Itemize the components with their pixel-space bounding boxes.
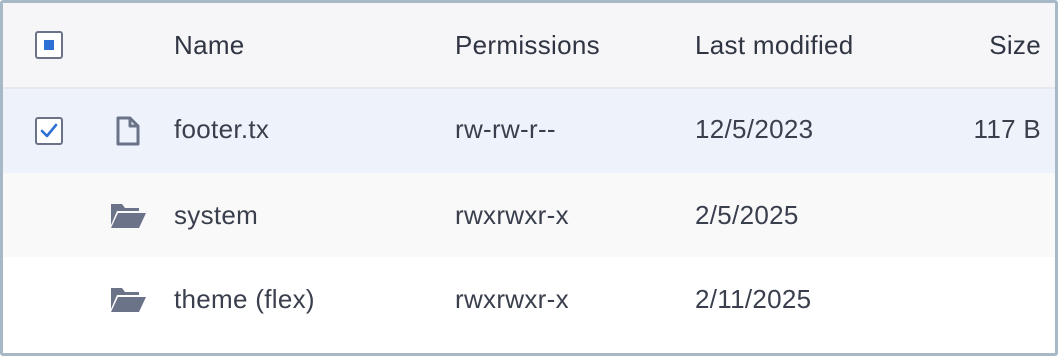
row-checkbox[interactable]: [35, 117, 63, 145]
table-row[interactable]: footer.tx rw-rw-r-- 12/5/2023 117 B: [3, 89, 1055, 173]
checkmark-icon: [40, 123, 58, 138]
column-header-permissions[interactable]: Permissions: [455, 3, 600, 87]
folder-open-icon: [105, 173, 151, 257]
table-header: Name Permissions Last modified Size: [3, 3, 1055, 89]
folder-permissions: rwxrwxr-x: [455, 283, 569, 314]
file-name[interactable]: footer.tx: [174, 87, 269, 171]
select-all-checkbox[interactable]: [35, 31, 63, 59]
column-header-size[interactable]: Size: [989, 3, 1041, 87]
folder-open-icon: [105, 257, 151, 341]
file-icon: [105, 89, 151, 173]
file-list-table: Name Permissions Last modified Size foot…: [0, 0, 1058, 356]
column-header-last-modified[interactable]: Last modified: [695, 3, 854, 87]
column-header-name[interactable]: Name: [174, 3, 245, 87]
row-select-cell: [31, 89, 67, 173]
file-permissions: rw-rw-r--: [455, 113, 556, 144]
indeterminate-indicator: [44, 40, 54, 50]
folder-last-modified: 2/11/2025: [695, 283, 812, 314]
folder-permissions: rwxrwxr-x: [455, 199, 569, 230]
folder-name[interactable]: theme (flex): [174, 257, 315, 341]
folder-name[interactable]: system: [174, 173, 258, 257]
folder-last-modified: 2/5/2025: [695, 199, 799, 230]
file-size: 117 B: [973, 113, 1041, 144]
file-last-modified: 12/5/2023: [695, 113, 814, 144]
select-all-cell: [31, 3, 67, 87]
table-row[interactable]: system rwxrwxr-x 2/5/2025: [3, 173, 1055, 257]
table-row[interactable]: theme (flex) rwxrwxr-x 2/11/2025: [3, 257, 1055, 353]
